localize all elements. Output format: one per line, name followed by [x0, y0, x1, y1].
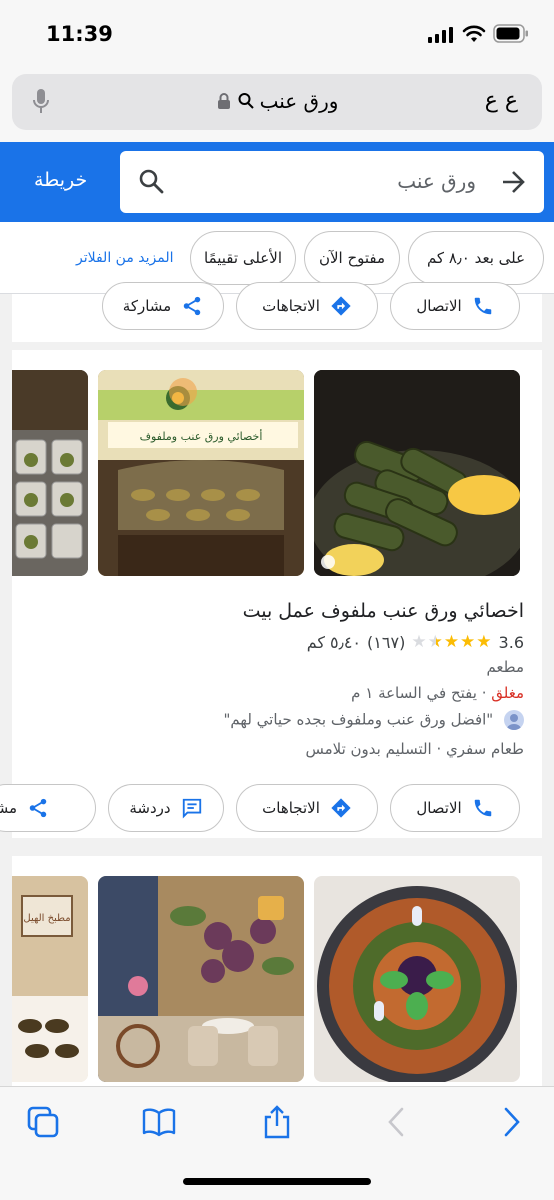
rating-stars: ★★★★★ [411, 632, 493, 652]
distance: ٥٫٤٠ كم [306, 632, 362, 652]
directions-button[interactable]: الاتجاهات [236, 282, 378, 330]
rating-row: 3.6 ★★★★★ (١٦٧) ٥٫٤٠ كم [307, 632, 524, 652]
directions-label: الاتجاهات [262, 799, 320, 817]
phone-icon [474, 799, 491, 817]
opens-at: · يفتح في الساعة ١ م [351, 684, 487, 702]
chevron-left-icon[interactable] [380, 1105, 414, 1139]
listing-photo-food[interactable] [314, 370, 520, 576]
call-button[interactable]: الاتصال [390, 784, 520, 832]
share-button[interactable]: مشاركة [102, 282, 224, 330]
map-link[interactable]: خريطة [34, 169, 87, 191]
maps-header: خريطة ورق عنب [0, 142, 554, 222]
browser-address-area: ورق عنب ع ع [0, 72, 554, 142]
result-card-next[interactable]: مطبخ الهيل [12, 856, 542, 1086]
call-button[interactable]: الاتصال [390, 282, 520, 330]
share-sheet-icon[interactable] [260, 1105, 294, 1139]
directions-label: الاتجاهات [262, 297, 320, 315]
rating-value: 3.6 [498, 632, 524, 652]
share-icon [183, 296, 201, 316]
box-sign-text: مطبخ الهيل [23, 913, 70, 924]
lock-icon [217, 93, 230, 109]
next-photo-box[interactable]: مطبخ الهيل [12, 876, 88, 1082]
chip-top-rated[interactable]: الأعلى تقييمًا [190, 231, 296, 285]
review-snippet: "افضل ورق عنب وملفوف بجده حياتي لهم" [223, 710, 494, 729]
tabs-icon[interactable] [26, 1105, 60, 1139]
chip-open-now[interactable]: مفتوح الآن [304, 231, 400, 285]
interior-photo [98, 876, 304, 1082]
listing-photo-shop[interactable]: أخصائي ورق عنب وملفوف [98, 370, 304, 576]
maps-search-box[interactable]: ورق عنب [120, 151, 544, 213]
share-label: مشاركة [122, 297, 172, 315]
cellular-signal-icon [428, 27, 453, 43]
address-bar[interactable]: ورق عنب ع ع [12, 74, 542, 130]
listing-photo-packs[interactable] [12, 370, 88, 576]
share-icon [29, 798, 47, 818]
review-count: (١٦٧) [367, 632, 406, 652]
share-button[interactable]: مشا [0, 784, 96, 832]
chevron-right-icon[interactable] [494, 1105, 528, 1139]
closed-label: مغلق [491, 684, 524, 702]
chat-label: دردشة [129, 799, 171, 817]
shop-sign-text: أخصائي ورق عنب وملفوف [140, 429, 263, 443]
directions-icon [331, 798, 351, 818]
back-arrow-icon[interactable] [500, 169, 526, 195]
shop-display-photo: أخصائي ورق عنب وملفوف [98, 370, 304, 576]
listing-title[interactable]: اخصائي ورق عنب ملفوف عمل بيت [243, 600, 524, 622]
bookmarks-icon[interactable] [142, 1105, 176, 1139]
chat-icon [182, 798, 201, 819]
box-photo: مطبخ الهيل [12, 876, 88, 1082]
call-label: الاتصال [416, 799, 462, 817]
status-time: 11:39 [46, 22, 113, 46]
search-icon[interactable] [138, 168, 164, 194]
directions-button[interactable]: الاتجاهات [236, 784, 378, 832]
chip-distance[interactable]: على بعد ٨٫٠ كم [408, 231, 544, 285]
search-icon [238, 93, 254, 109]
phone-icon [474, 297, 491, 315]
maps-search-query[interactable]: ورق عنب [397, 169, 476, 193]
result-card[interactable]: أخصائي ورق عنب وملفوف اخصائي ورق عنب ملف… [0, 350, 542, 838]
chat-button[interactable]: دردشة [108, 784, 224, 832]
address-url: ورق عنب [259, 89, 339, 113]
status-bar: 11:39 [0, 0, 554, 72]
listing-category: مطعم [486, 658, 524, 676]
grape-leaves-photo [314, 370, 520, 576]
service-options: طعام سفري · التسليم بدون تلامس [305, 740, 524, 758]
packaged-food-photo [12, 370, 88, 576]
next-photo-interior[interactable] [98, 876, 304, 1082]
platter-photo [314, 876, 520, 1082]
wifi-icon [462, 25, 486, 42]
share-label: مشا [0, 799, 17, 817]
battery-icon [493, 24, 528, 43]
review-snippet-row: "افضل ورق عنب وملفوف بجده حياتي لهم" [224, 710, 524, 730]
next-photo-platter[interactable] [314, 876, 520, 1082]
opening-status: مغلق · يفتح في الساعة ١ م [351, 684, 524, 702]
more-filters-link[interactable]: المزيد من الفلاتر [76, 250, 174, 266]
reviewer-avatar [504, 710, 524, 730]
result-card-previous: الاتصال الاتجاهات مشاركة [12, 282, 542, 342]
home-indicator [183, 1178, 371, 1185]
directions-icon [331, 296, 351, 316]
call-label: الاتصال [416, 297, 462, 315]
text-size-button[interactable]: ع ع [485, 88, 518, 113]
